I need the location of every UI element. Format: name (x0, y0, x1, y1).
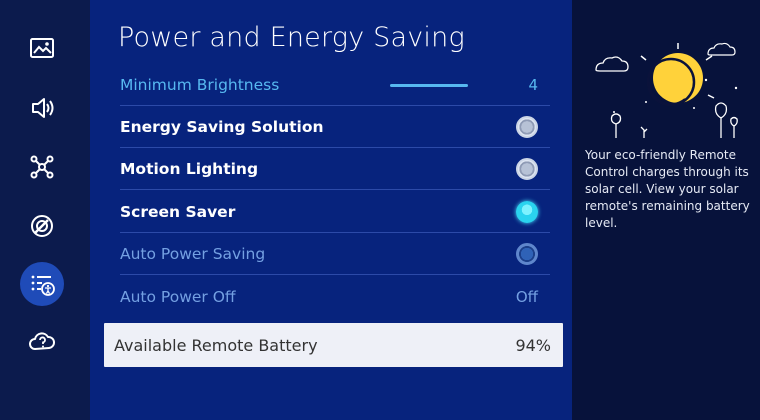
minimum-brightness-row[interactable]: Minimum Brightness 4 (120, 64, 550, 106)
auto-power-saving-row[interactable]: Auto Power Saving (120, 233, 550, 275)
solar-remote-illustration (595, 42, 738, 138)
motion-lighting-label: Motion Lighting (120, 159, 259, 178)
auto-power-off-label: Auto Power Off (120, 288, 236, 306)
general-accessibility-icon (31, 275, 55, 296)
auto-power-off-row[interactable]: Auto Power Off Off (120, 276, 550, 318)
minimum-brightness-label: Minimum Brightness (120, 75, 280, 94)
auto-power-off-value: Off (515, 288, 538, 306)
page-title: Power and Energy Saving (118, 22, 465, 53)
sidebar-item-picture[interactable] (20, 26, 64, 70)
sidebar-item-general-accessibility[interactable] (20, 262, 64, 306)
energy-saving-solution-row[interactable]: Energy Saving Solution (120, 106, 550, 148)
energy-saving-solution-toggle[interactable] (516, 115, 538, 138)
info-pane: Your eco-friendly Remote Control charges… (572, 0, 760, 420)
minimum-brightness-value: 4 (528, 75, 538, 94)
screen-saver-label: Screen Saver (120, 202, 236, 221)
available-remote-battery-row[interactable]: Available Remote Battery 94% (104, 323, 563, 367)
available-remote-battery-value: 94% (515, 335, 551, 355)
picture-icon (30, 38, 54, 58)
sidebar (0, 0, 90, 420)
minimum-brightness-slider[interactable] (390, 84, 468, 87)
sidebar-item-cloud-support[interactable] (20, 320, 64, 364)
info-description: Your eco-friendly Remote Control charges… (585, 148, 750, 230)
motion-lighting-row[interactable]: Motion Lighting (120, 148, 550, 190)
screen-saver-row[interactable]: Screen Saver (120, 191, 550, 233)
auto-power-saving-label: Auto Power Saving (120, 244, 266, 263)
auto-power-saving-toggle[interactable] (516, 242, 538, 265)
cloud-help-icon (29, 332, 55, 350)
motion-lighting-toggle[interactable] (516, 157, 538, 180)
support-icon (31, 215, 53, 237)
sidebar-item-sound[interactable] (20, 86, 64, 130)
sound-icon (32, 98, 54, 118)
connection-icon (30, 155, 54, 179)
sidebar-item-connection[interactable] (20, 145, 64, 189)
screen-saver-toggle[interactable] (516, 200, 538, 223)
available-remote-battery-label: Available Remote Battery (114, 335, 318, 355)
sidebar-item-support[interactable] (20, 204, 64, 248)
energy-saving-solution-label: Energy Saving Solution (120, 117, 324, 136)
